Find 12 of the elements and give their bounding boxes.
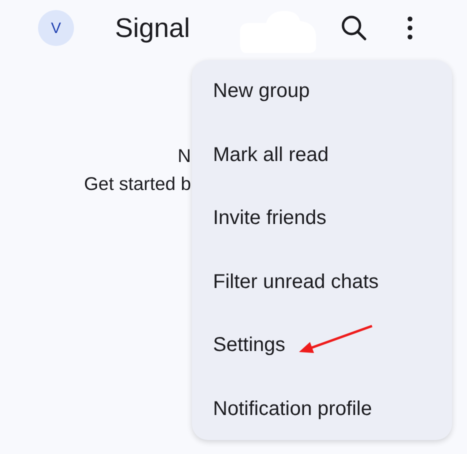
menu-item[interactable]: Mark all read [192,124,452,187]
menu-item[interactable]: Settings [192,314,452,378]
app-title: Signal [115,12,190,44]
menu-item[interactable]: New group [192,60,452,124]
avatar[interactable]: V [38,10,74,46]
search-icon[interactable] [340,14,368,42]
menu-item[interactable]: Notification profile [192,378,452,441]
empty-subtitle: Get started b [84,172,191,196]
menu-item[interactable]: Invite friends [192,187,452,250]
menu-item[interactable]: Filter unread chats [192,250,452,314]
empty-heading: N [178,144,191,168]
more-options-icon[interactable] [407,16,414,40]
